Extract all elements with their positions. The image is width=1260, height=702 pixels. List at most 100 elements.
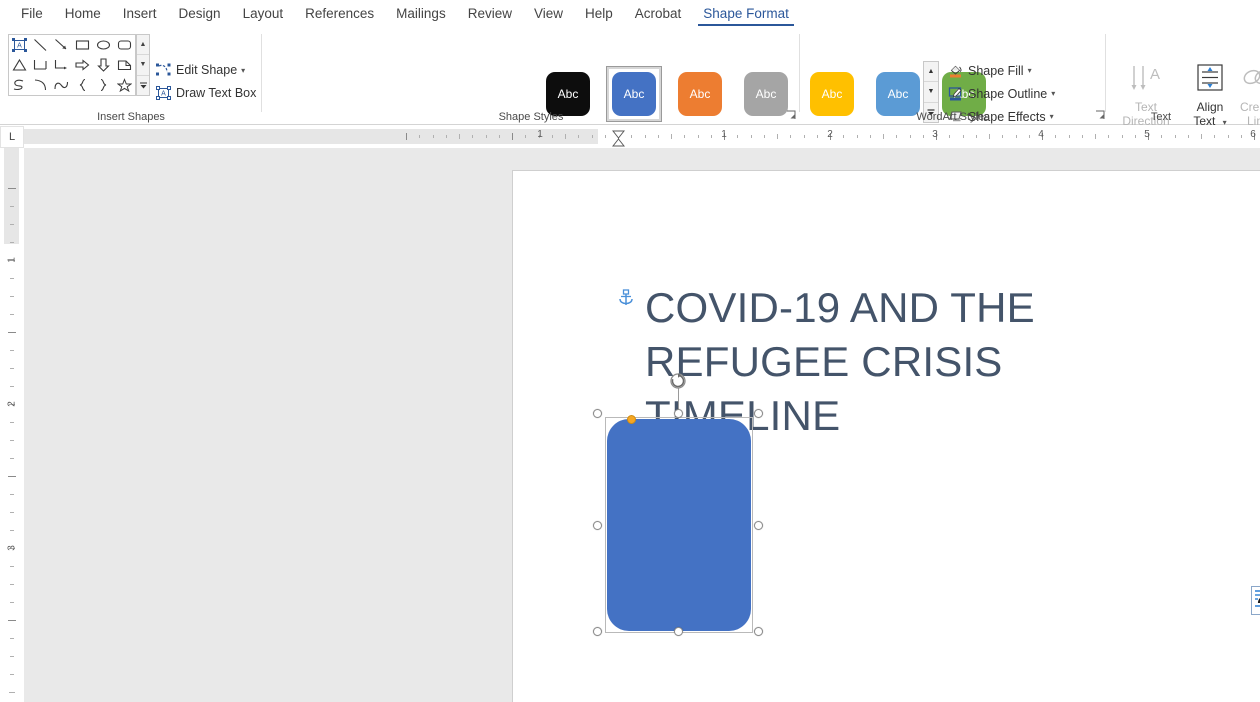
vruler-number-2: 2	[6, 401, 18, 407]
page-title-line-1: COVID-19 AND THE	[645, 284, 1035, 331]
group-label-insert-shapes: Insert Shapes	[97, 111, 165, 123]
shape-style-swatch-grey[interactable]: Abc	[744, 72, 788, 116]
ribbon: A ▲ ▼ Edit Shape ▾ A Draw Text Box Inser…	[0, 28, 1260, 141]
triangle-shape-icon[interactable]	[9, 55, 30, 75]
tab-shape-format[interactable]: Shape Format	[692, 2, 800, 26]
resize-handle-bottom-right[interactable]	[754, 627, 763, 636]
shapes-palette-scrollbar[interactable]: ▲ ▼	[136, 34, 150, 96]
resize-handle-bottom-left[interactable]	[593, 627, 602, 636]
anchor-icon	[617, 289, 635, 314]
resize-handle-middle-right[interactable]	[754, 521, 763, 530]
draw-text-box-icon: A	[156, 86, 171, 100]
ribbon-tab-bar: File Home Insert Design Layout Reference…	[0, 0, 1260, 28]
ruler-number-3: 3	[932, 129, 938, 140]
document-page[interactable]: COVID-19 AND THE REFUGEE CRISIS TIMELINE	[512, 170, 1260, 702]
rectangle-shape-icon[interactable]	[72, 35, 93, 55]
tab-layout[interactable]: Layout	[232, 2, 295, 26]
svg-text:A: A	[161, 91, 166, 98]
draw-text-box-button[interactable]: A Draw Text Box	[156, 86, 256, 100]
group-insert-shapes: A ▲ ▼ Edit Shape ▾ A Draw Text Box Inser…	[0, 28, 262, 125]
ruler-number-1b: 1	[721, 129, 727, 140]
rotation-handle[interactable]	[668, 371, 688, 396]
tab-help[interactable]: Help	[574, 2, 624, 26]
right-brace-shape-icon[interactable]	[93, 75, 114, 95]
resize-handle-top-right[interactable]	[754, 409, 763, 418]
tab-acrobat[interactable]: Acrobat	[624, 2, 693, 26]
vertical-ruler[interactable]: 1 2 3	[0, 148, 24, 702]
tab-view[interactable]: View	[523, 2, 574, 26]
ruler-number-1a: 1	[537, 129, 543, 140]
flowchart-shape-icon[interactable]	[114, 55, 135, 75]
group-label-wordart-styles: WordArt Styles	[916, 111, 990, 123]
line-arrow-shape-icon[interactable]	[51, 35, 72, 55]
curve-shape-icon[interactable]	[51, 75, 72, 95]
group-wordart-styles: A A A ▲ ▼ A Text Fill ▾ A Text Out	[800, 28, 1106, 125]
resize-handle-middle-left[interactable]	[593, 521, 602, 530]
resize-handle-top-left[interactable]	[593, 409, 602, 418]
ruler-number-5: 5	[1144, 129, 1150, 140]
ruler-number-4: 4	[1038, 129, 1044, 140]
oval-shape-icon[interactable]	[93, 35, 114, 55]
text-direction-icon: A	[1127, 56, 1165, 100]
group-label-shape-styles: Shape Styles	[498, 111, 564, 123]
chevron-down-icon[interactable]: ▾	[241, 66, 245, 75]
elbow-connector-shape-icon[interactable]	[30, 55, 51, 75]
shapes-scroll-down-button[interactable]: ▼	[137, 55, 149, 76]
line-shape-icon[interactable]	[30, 35, 51, 55]
document-canvas[interactable]: COVID-19 AND THE REFUGEE CRISIS TIMELINE	[24, 148, 1260, 702]
tab-review[interactable]: Review	[457, 2, 523, 26]
shape-styles-dialog-launcher[interactable]	[786, 110, 798, 122]
tab-file[interactable]: File	[10, 2, 54, 26]
resize-handle-bottom-center[interactable]	[674, 627, 683, 636]
elbow-arrow-connector-shape-icon[interactable]	[51, 55, 72, 75]
layout-options-button[interactable]	[1251, 586, 1260, 615]
shapes-scroll-up-button[interactable]: ▲	[137, 35, 149, 56]
shapes-palette[interactable]: A	[8, 34, 136, 96]
shape-style-swatch-orange[interactable]: Abc	[678, 72, 722, 116]
ruler-number-2: 2	[827, 129, 833, 140]
hanging-indent-marker[interactable]	[611, 134, 626, 148]
tab-insert[interactable]: Insert	[112, 2, 168, 26]
create-link-label-1: Create	[1239, 100, 1260, 114]
tab-design[interactable]: Design	[168, 2, 232, 26]
vruler-top-margin-zone	[4, 148, 19, 244]
scribble-shape-icon[interactable]	[9, 75, 30, 95]
layout-options-icon	[1254, 588, 1260, 614]
down-arrow-shape-icon[interactable]	[93, 55, 114, 75]
tab-mailings[interactable]: Mailings	[385, 2, 457, 26]
vruler-number-1: 1	[6, 257, 18, 263]
arc-shape-icon[interactable]	[30, 75, 51, 95]
create-link-icon	[1239, 56, 1260, 100]
selected-shape[interactable]	[593, 373, 763, 636]
edit-shape-label: Edit Shape	[176, 63, 238, 77]
text-box-shape-icon[interactable]: A	[9, 35, 30, 55]
star-shape-icon[interactable]	[114, 75, 135, 95]
tab-stop-selector[interactable]: L	[0, 126, 24, 148]
rounded-rectangle-shape-icon[interactable]	[114, 35, 135, 55]
vruler-number-3: 3	[6, 545, 18, 551]
group-text: A Text Direction ▾ Align Text ▾ Create L…	[1106, 28, 1260, 141]
adjustment-handle[interactable]	[627, 415, 636, 424]
horizontal-ruler[interactable]: 1 1 2 3 4 5 6	[24, 126, 1260, 148]
shape-style-swatch-black[interactable]: Abc	[546, 72, 590, 116]
resize-handle-top-center[interactable]	[674, 409, 683, 418]
tab-home[interactable]: Home	[54, 2, 112, 26]
tab-stop-selector-label: L	[8, 131, 16, 143]
word-window: File Home Insert Design Layout Reference…	[0, 0, 1260, 702]
align-text-icon	[1193, 56, 1227, 100]
svg-text:A: A	[17, 43, 22, 50]
selection-frame	[605, 417, 753, 633]
shape-style-swatch-blue[interactable]: Abc	[612, 72, 656, 116]
create-link-button[interactable]: Create Link	[1230, 56, 1260, 128]
edit-shape-icon	[156, 63, 171, 77]
right-arrow-shape-icon[interactable]	[72, 55, 93, 75]
ruler-number-6: 6	[1250, 129, 1256, 140]
draw-text-box-label: Draw Text Box	[176, 86, 257, 100]
left-brace-shape-icon[interactable]	[72, 75, 93, 95]
svg-text:A: A	[1150, 66, 1160, 83]
group-shape-styles: Abc Abc Abc Abc Abc Abc Abc ▲ ▼ Shape Fi…	[262, 28, 1055, 125]
group-label-text: Text	[1150, 111, 1172, 123]
tab-references[interactable]: References	[294, 2, 385, 26]
edit-shape-button[interactable]: Edit Shape ▾	[156, 63, 245, 77]
shapes-more-button[interactable]	[137, 76, 149, 95]
